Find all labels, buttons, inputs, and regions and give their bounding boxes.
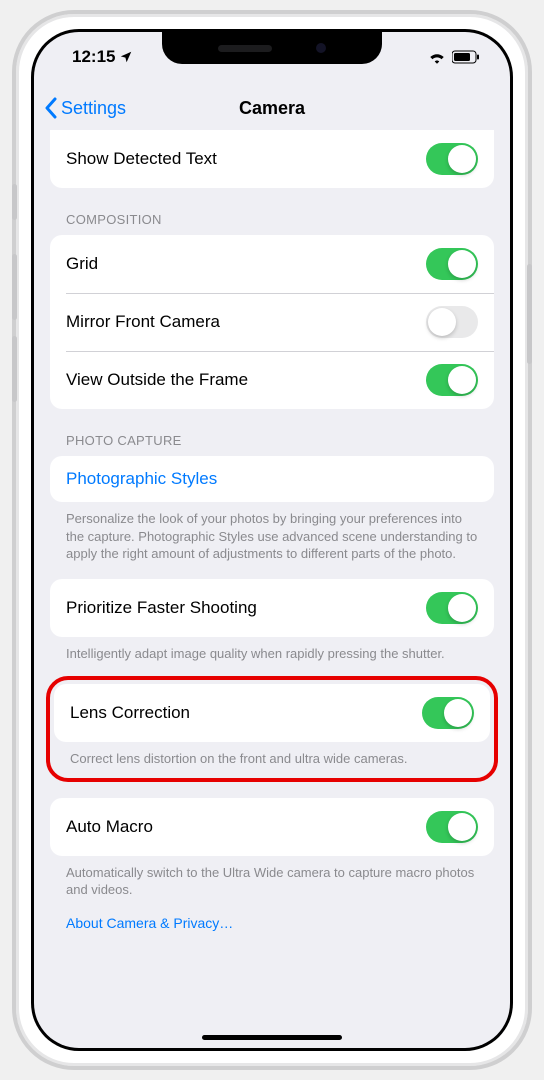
footer-photographic-styles: Personalize the look of your photos by b… bbox=[34, 502, 510, 563]
row-label: Show Detected Text bbox=[66, 149, 217, 169]
home-indicator[interactable] bbox=[202, 1035, 342, 1040]
row-grid[interactable]: Grid bbox=[50, 235, 494, 293]
mute-switch bbox=[12, 184, 17, 220]
footer-faster-shooting: Intelligently adapt image quality when r… bbox=[34, 637, 510, 663]
wifi-icon bbox=[428, 50, 446, 64]
nav-bar: Settings Camera bbox=[34, 86, 510, 130]
toggle-lens-correction[interactable] bbox=[422, 697, 474, 729]
toggle-view-outside-frame[interactable] bbox=[426, 364, 478, 396]
phone-frame: 12:15 Settings Camera bbox=[12, 10, 532, 1070]
row-lens-correction[interactable]: Lens Correction bbox=[54, 684, 490, 742]
toggle-prioritize-faster-shooting[interactable] bbox=[426, 592, 478, 624]
toggle-show-detected-text[interactable] bbox=[426, 143, 478, 175]
chevron-left-icon bbox=[44, 97, 57, 119]
row-label: Prioritize Faster Shooting bbox=[66, 598, 257, 618]
row-mirror-front-camera[interactable]: Mirror Front Camera bbox=[50, 293, 494, 351]
toggle-auto-macro[interactable] bbox=[426, 811, 478, 843]
row-label: Mirror Front Camera bbox=[66, 312, 220, 332]
highlight-lens-correction: Lens Correction Correct lens distortion … bbox=[46, 676, 498, 782]
group-photo-capture: PHOTO CAPTURE Photographic Styles Person… bbox=[34, 415, 510, 931]
row-photographic-styles[interactable]: Photographic Styles bbox=[50, 456, 494, 502]
group-header-composition: COMPOSITION bbox=[34, 194, 510, 235]
back-label: Settings bbox=[61, 98, 126, 119]
row-auto-macro[interactable]: Auto Macro bbox=[50, 798, 494, 856]
row-label: Grid bbox=[66, 254, 98, 274]
row-label: Photographic Styles bbox=[66, 469, 217, 489]
volume-up-button bbox=[12, 254, 17, 320]
toggle-grid[interactable] bbox=[426, 248, 478, 280]
notch bbox=[162, 32, 382, 64]
back-button[interactable]: Settings bbox=[44, 97, 126, 119]
footer-lens-correction: Correct lens distortion on the front and… bbox=[50, 746, 494, 778]
screen: 12:15 Settings Camera bbox=[34, 32, 510, 1048]
side-button bbox=[527, 264, 532, 364]
group-header-photo-capture: PHOTO CAPTURE bbox=[34, 415, 510, 456]
row-label: View Outside the Frame bbox=[66, 370, 248, 390]
row-label: Auto Macro bbox=[66, 817, 153, 837]
group-composition: COMPOSITION Grid Mirror Front Camera Vie… bbox=[34, 194, 510, 409]
toggle-mirror-front-camera[interactable] bbox=[426, 306, 478, 338]
row-label: Lens Correction bbox=[70, 703, 190, 723]
location-icon bbox=[119, 50, 133, 64]
row-view-outside-frame[interactable]: View Outside the Frame bbox=[50, 351, 494, 409]
group-top: Show Detected Text bbox=[50, 130, 494, 188]
status-time: 12:15 bbox=[72, 47, 115, 67]
link-label: About Camera & Privacy… bbox=[66, 915, 233, 931]
battery-icon bbox=[452, 50, 480, 64]
settings-content[interactable]: Show Detected Text COMPOSITION Grid Mirr… bbox=[34, 130, 510, 1048]
footer-auto-macro: Automatically switch to the Ultra Wide c… bbox=[34, 856, 510, 899]
volume-down-button bbox=[12, 336, 17, 402]
row-prioritize-faster-shooting[interactable]: Prioritize Faster Shooting bbox=[50, 579, 494, 637]
link-about-camera-privacy[interactable]: About Camera & Privacy… bbox=[34, 899, 510, 931]
row-show-detected-text[interactable]: Show Detected Text bbox=[50, 130, 494, 188]
